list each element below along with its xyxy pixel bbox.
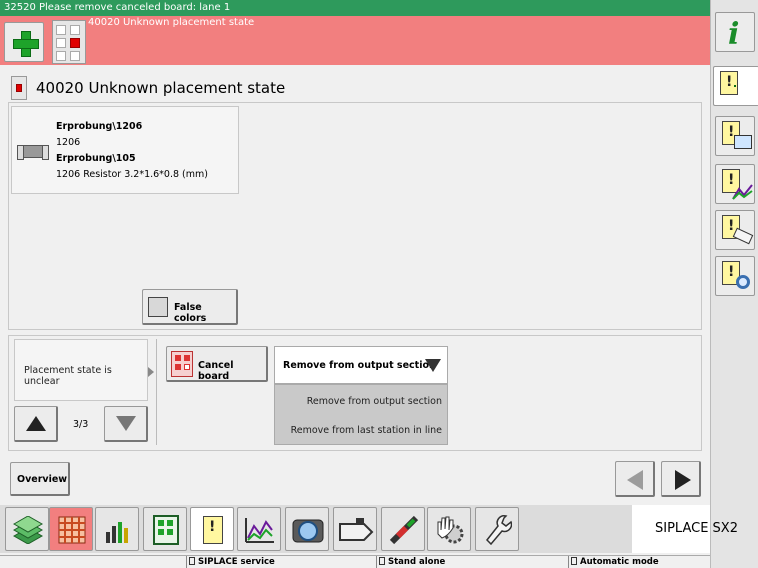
info-button[interactable]: i (715, 12, 755, 52)
component-line-3: Erprobung\105 (56, 153, 136, 164)
trend-icon (245, 518, 274, 543)
feeder-icon (339, 518, 374, 541)
component-line-2: 1206 (56, 137, 81, 148)
hand-gear-icon (437, 516, 464, 544)
alert-monitor-button[interactable] (715, 116, 755, 156)
page-title: 40020 Unknown placement state (36, 79, 286, 97)
toolbar-stack-button[interactable] (5, 507, 49, 551)
toolbar-alerts-button[interactable] (190, 507, 234, 551)
status-segment-operation: Automatic mode (568, 556, 710, 568)
feeder-icon (732, 227, 754, 245)
plus-icon (13, 31, 39, 57)
arrow-up-icon (26, 416, 46, 431)
machine-name: SIPLACE SX2 (655, 521, 738, 536)
component-line-4: 1206 Resistor 3.2*1.6*0.8 (mm) (56, 169, 208, 180)
status-service-text: SIPLACE service (198, 557, 275, 567)
component-line-1: Erprobung\1206 (56, 121, 143, 132)
dropdown-selected-value: Remove from output section (283, 360, 436, 371)
status-segment-mode: Stand alone (376, 556, 568, 568)
monitor-icon (734, 135, 752, 149)
placement-state-text: Placement state is unclear (24, 365, 112, 387)
status-message-bar: 32520 Please remove canceled board: lane… (0, 0, 710, 16)
wrench-icon (485, 515, 512, 546)
alert-feeder-button[interactable] (715, 210, 755, 250)
toolbar-feeder-button[interactable] (333, 507, 377, 551)
chevron-down-icon[interactable] (425, 359, 441, 372)
dropdown-list: Remove from output section Remove from l… (274, 384, 448, 445)
bottom-status-bar: SIPLACE service Stand alone Automatic mo… (0, 555, 710, 568)
status-segment-service: SIPLACE service (186, 556, 376, 568)
toolbar-grid-button[interactable] (49, 507, 93, 551)
component-card[interactable]: Erprobung\1206 1206 Erprobung\105 1206 R… (11, 106, 239, 194)
right-sidebar: i (710, 0, 758, 568)
overview-button[interactable]: Overview (10, 462, 70, 496)
false-colors-toggle[interactable]: False colors (142, 289, 238, 325)
alert-chart-button[interactable] (715, 164, 755, 204)
cancel-board-label: Cancel board (198, 360, 234, 382)
arrow-left-icon (627, 470, 643, 490)
alert-search-button[interactable] (715, 256, 755, 296)
camera-icon (292, 519, 324, 543)
alert-add-button[interactable] (713, 66, 758, 106)
status-operation-text: Automatic mode (580, 557, 659, 567)
station-icon (379, 557, 385, 565)
magnifier-icon (736, 275, 750, 289)
error-message: 40020 Unknown placement state (88, 17, 255, 28)
divider (156, 339, 157, 445)
toolbar-camera-button[interactable] (285, 507, 329, 551)
board-state-icon (11, 76, 27, 100)
remove-option-dropdown[interactable]: Remove from output section (274, 346, 448, 384)
chart-icon (732, 184, 753, 200)
toolbar-board-button[interactable] (143, 507, 187, 551)
stack-icon (12, 516, 44, 544)
nozzle-icon (389, 515, 419, 545)
previous-page-button[interactable] (615, 461, 655, 497)
component-chip-icon (17, 145, 49, 160)
alert-icon (203, 516, 223, 544)
placement-state-box: Placement state is unclear (14, 339, 154, 401)
mode-icon (571, 557, 577, 565)
status-message: 32520 Please remove canceled board: lane… (4, 2, 231, 13)
toolbar-bar-chart-button[interactable] (95, 507, 139, 551)
bar-chart-icon (106, 522, 128, 543)
next-message-button[interactable] (104, 406, 148, 442)
overview-label: Overview (17, 474, 68, 485)
toolbar-hand-gear-button[interactable] (427, 507, 471, 551)
false-colors-label: False colors (174, 302, 207, 324)
board-cancel-icon (171, 351, 193, 377)
toolbar-wrench-button[interactable] (475, 507, 519, 551)
toolbar-trend-button[interactable] (237, 507, 281, 551)
toolbar-nozzle-button[interactable] (381, 507, 425, 551)
cancel-board-button[interactable]: Cancel board (166, 346, 268, 382)
false-colors-checkbox[interactable] (148, 297, 168, 317)
status-line-text: Stand alone (388, 557, 446, 567)
arrow-down-icon (116, 416, 136, 431)
board-icon (153, 515, 179, 545)
arrow-right-icon (675, 470, 691, 490)
dropdown-option[interactable]: Remove from output section (307, 396, 442, 407)
info-icon: i (728, 17, 740, 52)
grid-icon (58, 516, 86, 544)
dropdown-option[interactable]: Remove from last station in line (291, 425, 442, 436)
add-button[interactable] (4, 22, 44, 62)
message-pager: 3/3 (73, 419, 89, 430)
person-icon (189, 557, 195, 565)
board-state-icon (52, 20, 86, 64)
previous-message-button[interactable] (14, 406, 58, 442)
next-page-button[interactable] (661, 461, 701, 497)
plus-icon (734, 85, 752, 103)
